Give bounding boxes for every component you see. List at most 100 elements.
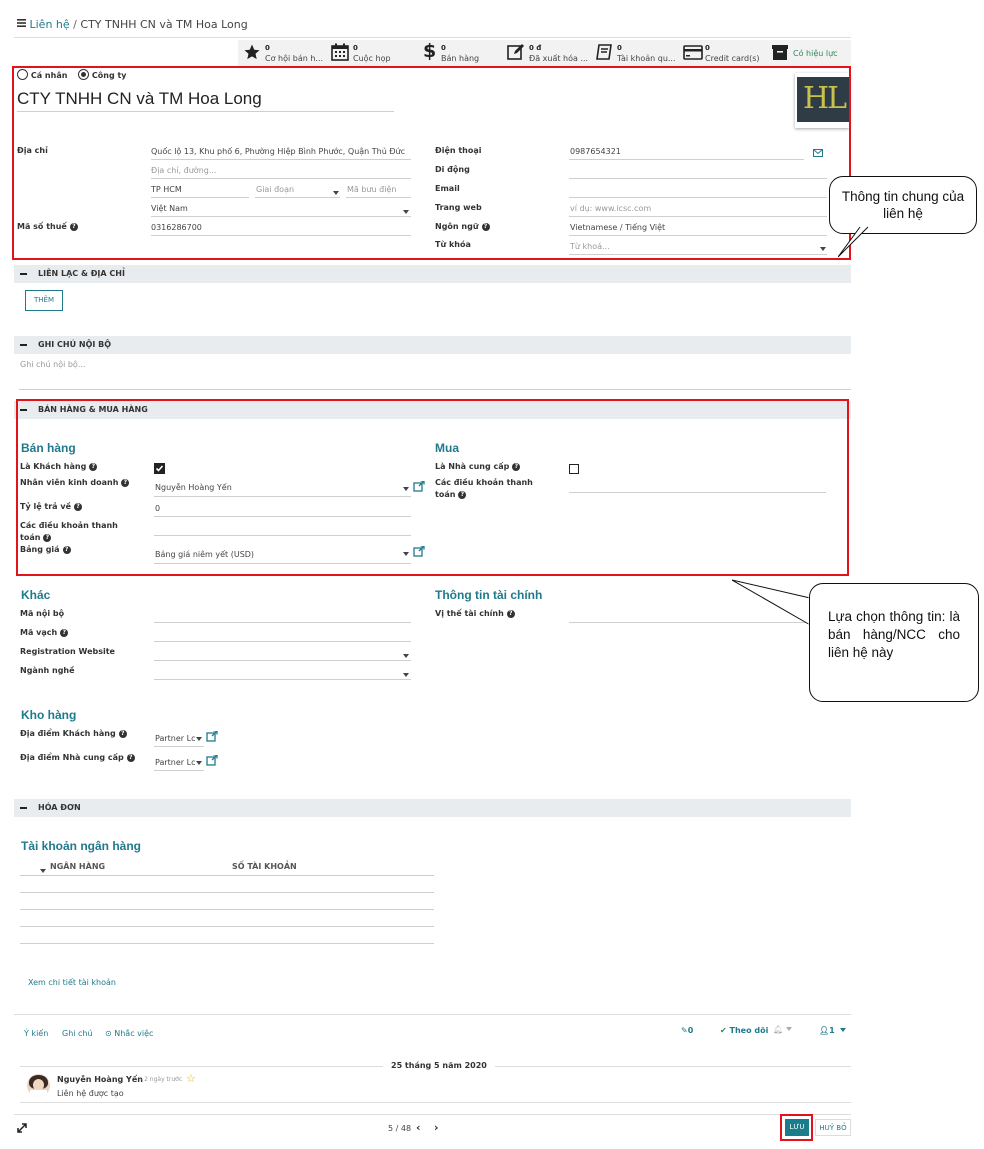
edit-icon: [507, 44, 524, 60]
journal-stat-button[interactable]: 0 Tài khoản qu...: [595, 42, 680, 68]
credit-cards-stat-button[interactable]: 0 Credit card(s): [683, 42, 768, 68]
stat-label: Credit card(s): [705, 54, 760, 63]
fiscal-position-label-text: Vị thế tài chính: [435, 609, 504, 618]
stat-label: Tài khoản qu...: [617, 54, 676, 63]
sales-purchase-highlight: [16, 399, 849, 576]
schedule-activity-label: Nhắc việc: [114, 1029, 154, 1038]
sales-purchase-callout: Lựa chọn thông tin: là bán hàng/NCC cho …: [809, 583, 979, 702]
bank-details-link[interactable]: Xem chi tiết tài khoản: [28, 978, 116, 987]
customer-location-underline: [154, 746, 204, 747]
bank-table-header: NGÂN HÀNG SỐ TÀI KHOẢN: [20, 859, 434, 876]
footer-divider: [14, 1114, 851, 1115]
external-link-icon[interactable]: [206, 755, 218, 766]
table-row: [20, 926, 434, 927]
send-message-tab[interactable]: Ý kiến: [24, 1029, 48, 1038]
breadcrumb-separator: /: [73, 18, 77, 31]
inventory-title: Kho hàng: [21, 708, 77, 722]
pager-value[interactable]: 5 / 48: [388, 1124, 411, 1133]
section-notes-header[interactable]: GHI CHÚ NỘI BỘ: [14, 336, 851, 354]
paperclip-icon: ✎: [681, 1026, 688, 1035]
breadcrumb: Liên hệ / CTY TNHH CN và TM Hoa Long: [17, 17, 248, 31]
barcode-label-text: Mã vạch: [20, 628, 58, 637]
message-time: - 2 ngày trước: [140, 1076, 183, 1083]
archive-icon: [772, 45, 788, 60]
customer-location-field[interactable]: Partner Lc: [155, 734, 195, 743]
stat-number: 0 đ: [529, 44, 542, 52]
table-row: [20, 892, 434, 893]
active-label: Có hiệu lực: [793, 49, 838, 58]
stat-number: 0: [353, 44, 358, 52]
pager-prev-icon[interactable]: ‹: [416, 1121, 421, 1134]
registration-website-underline: [154, 660, 411, 661]
followers-count: 1: [829, 1026, 835, 1035]
bell-icon[interactable]: 🔔︎: [773, 1025, 793, 1034]
help-icon: ?: [126, 754, 135, 762]
collapse-icon: [20, 807, 27, 809]
vendor-location-field[interactable]: Partner Lc: [155, 758, 195, 767]
internal-notes-field[interactable]: Ghi chú nội bộ...: [20, 360, 85, 369]
table-row: [20, 943, 434, 944]
customer-location-label: Địa điểm Khách hàng?: [20, 729, 127, 738]
clock-icon: ⊙: [105, 1029, 112, 1038]
stat-number: 0: [705, 44, 710, 52]
misc-title: Khác: [21, 588, 51, 602]
date-separator: 25 tháng 5 năm 2020: [383, 1061, 495, 1070]
external-link-icon[interactable]: [206, 731, 218, 742]
dollar-icon: $: [423, 40, 437, 62]
breadcrumb-parent[interactable]: Liên hệ: [30, 18, 70, 31]
notes-underline: [19, 389, 851, 390]
stat-label: Cuộc họp: [353, 54, 391, 63]
section-invoicing-header[interactable]: HÓA ĐƠN: [14, 799, 851, 817]
vendor-location-underline: [154, 770, 204, 771]
col-bank[interactable]: NGÂN HÀNG: [50, 862, 105, 871]
collapse-icon: [20, 273, 27, 275]
bank-accounts-title: Tài khoản ngân hàng: [21, 839, 142, 853]
pager-next-icon[interactable]: ›: [434, 1121, 439, 1134]
section-title: HÓA ĐƠN: [38, 803, 81, 812]
section-title: GHI CHÚ NỘI BỘ: [38, 340, 112, 349]
followers-button[interactable]: 👤︎1: [819, 1026, 846, 1035]
star-icon[interactable]: ☆: [186, 1072, 196, 1085]
help-icon: ?: [118, 730, 127, 738]
book-icon: [596, 44, 612, 60]
log-note-tab[interactable]: Ghi chú: [62, 1029, 93, 1038]
table-row: [20, 909, 434, 910]
opportunities-stat-button[interactable]: 0 Cơ hội bán h...: [243, 42, 328, 68]
expand-icon[interactable]: [17, 1123, 27, 1136]
message-body: Liên hệ được tạo: [57, 1089, 124, 1098]
discard-button[interactable]: HUỶ BỎ: [815, 1119, 851, 1136]
customer-location-label-text: Địa điểm Khách hàng: [20, 729, 116, 738]
add-contact-button[interactable]: THÊM: [25, 290, 63, 311]
active-toggle-button[interactable]: Có hiệu lực: [771, 42, 851, 68]
ref-underline: [154, 622, 411, 623]
ref-label: Mã nội bộ: [20, 609, 65, 618]
fiscal-title: Thông tin tài chính: [435, 588, 543, 602]
chatter-divider: [14, 1014, 851, 1015]
general-info-highlight: [12, 66, 851, 260]
help-icon: ?: [506, 610, 515, 618]
meetings-stat-button[interactable]: 0 Cuộc họp: [331, 42, 416, 68]
menu-icon[interactable]: [17, 17, 26, 30]
message-author[interactable]: Nguyễn Hoàng Yến: [57, 1075, 143, 1084]
follow-label: Theo dõi: [729, 1026, 769, 1035]
collapse-icon: [20, 344, 27, 346]
stat-label: Đã xuất hóa ...: [529, 54, 589, 63]
message-divider: [20, 1102, 851, 1103]
vendor-location-dropdown-icon[interactable]: [196, 758, 202, 768]
schedule-activity-tab[interactable]: ⊙ Nhắc việc: [105, 1029, 153, 1038]
follow-button[interactable]: ✔ Theo dõi: [720, 1026, 768, 1035]
sort-caret-icon: [40, 866, 46, 876]
attachments-button[interactable]: ✎0: [681, 1026, 693, 1035]
breadcrumb-current: CTY TNHH CN và TM Hoa Long: [80, 18, 248, 31]
industry-underline: [154, 679, 411, 680]
section-contacts-header[interactable]: LIÊN LẠC & ĐỊA CHỈ: [14, 265, 851, 283]
section-title: LIÊN LẠC & ĐỊA CHỈ: [38, 269, 125, 278]
check-icon: ✔: [720, 1026, 727, 1035]
save-button[interactable]: LƯU: [785, 1119, 809, 1136]
col-account[interactable]: SỐ TÀI KHOẢN: [232, 862, 297, 871]
invoiced-stat-button[interactable]: 0 đ Đã xuất hóa ...: [507, 42, 592, 68]
user-icon: 👤︎: [819, 1026, 830, 1035]
customer-location-dropdown-icon[interactable]: [196, 734, 202, 744]
vendor-location-label-text: Địa điểm Nhà cung cấp: [20, 753, 124, 762]
sales-stat-button[interactable]: $ 0 Bán hàng: [419, 40, 504, 68]
